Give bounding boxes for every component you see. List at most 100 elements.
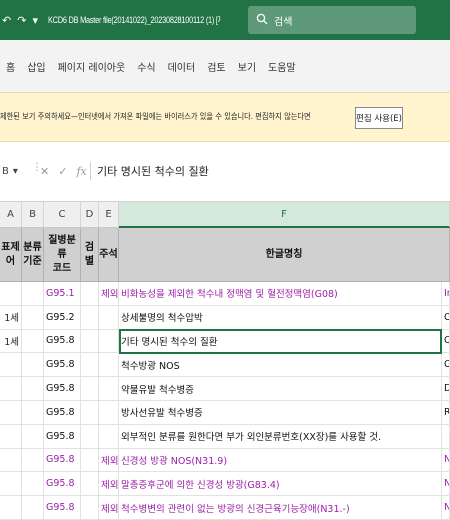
formula-input[interactable]: 기타 명시된 척수의 질환 xyxy=(90,162,440,180)
table-cell[interactable] xyxy=(0,377,22,401)
table-cell[interactable] xyxy=(99,377,119,401)
table-cell[interactable]: 제외 xyxy=(99,282,119,306)
name-box[interactable]: B ▾ xyxy=(0,160,28,182)
table-cell[interactable] xyxy=(22,329,44,354)
table-cell[interactable]: G95.8 xyxy=(44,401,81,425)
header-cell-e[interactable]: 주석 xyxy=(99,228,119,282)
column-header-e[interactable]: E xyxy=(99,202,119,228)
table-cell[interactable]: 1세 xyxy=(0,305,22,330)
redo-icon[interactable]: ↷ xyxy=(17,14,26,27)
table-cell[interactable] xyxy=(99,353,119,378)
table-cell[interactable]: Ne xyxy=(442,448,450,473)
table-cell[interactable]: 척수병변의 관련이 없는 방광의 신경근육기능장애(N31.-) xyxy=(119,496,442,520)
table-cell[interactable]: G95.8 xyxy=(44,448,81,473)
table-cell[interactable] xyxy=(22,424,44,449)
tab-home[interactable]: 홈 xyxy=(6,59,15,74)
table-cell[interactable]: 비화농성을 제외한 척수내 정맥염 및 혈전정맥염(G08) xyxy=(119,282,442,306)
table-cell[interactable] xyxy=(22,282,44,306)
tab-review[interactable]: 검토 xyxy=(207,59,225,74)
column-header-f[interactable]: F xyxy=(119,202,450,228)
table-cell[interactable]: 외부적인 분류를 원한다면 부가 외인분류번호(XX장)를 사용할 것. xyxy=(119,424,442,449)
table-cell[interactable] xyxy=(99,305,119,330)
table-cell[interactable]: G95.8 xyxy=(44,329,81,354)
header-cell-a[interactable]: 표제어 xyxy=(0,228,22,282)
table-cell[interactable] xyxy=(442,424,450,449)
table-cell[interactable]: Ra xyxy=(442,401,450,425)
table-cell[interactable]: G95.8 xyxy=(44,472,81,497)
table-cell[interactable] xyxy=(22,377,44,401)
table-cell[interactable] xyxy=(22,472,44,497)
chevron-down-icon[interactable]: ▾ xyxy=(13,166,18,177)
table-cell[interactable]: 척수방광 NOS xyxy=(119,353,442,378)
table-cell[interactable]: G95.8 xyxy=(44,496,81,520)
table-cell[interactable]: Ne xyxy=(442,496,450,520)
table-cell[interactable] xyxy=(81,353,99,378)
table-cell[interactable] xyxy=(99,401,119,425)
table-cell[interactable]: G95.2 xyxy=(44,305,81,330)
header-cell-b[interactable]: 분류 기준 xyxy=(22,228,44,282)
table-cell[interactable] xyxy=(99,424,119,449)
table-cell[interactable] xyxy=(81,329,99,354)
table-cell[interactable]: Inf xyxy=(442,282,450,306)
table-cell[interactable] xyxy=(0,496,22,520)
column-header-d[interactable]: D xyxy=(81,202,99,228)
tab-insert[interactable]: 삽입 xyxy=(27,59,45,74)
cancel-icon[interactable]: ✕ xyxy=(40,165,49,178)
table-cell[interactable] xyxy=(0,282,22,306)
header-cell-c[interactable]: 질병분류 코드 xyxy=(44,228,81,282)
table-cell[interactable] xyxy=(81,401,99,425)
table-cell[interactable] xyxy=(22,448,44,473)
table-cell[interactable]: Co xyxy=(442,305,450,330)
enter-icon[interactable]: ✓ xyxy=(58,165,67,178)
table-cell[interactable] xyxy=(81,496,99,520)
column-header-a[interactable]: A xyxy=(0,202,22,228)
header-cell-d[interactable]: 검별 xyxy=(81,228,99,282)
table-cell[interactable] xyxy=(0,424,22,449)
table-cell[interactable]: Co xyxy=(442,353,450,378)
table-cell[interactable]: 방사선유발 척수병증 xyxy=(119,401,442,425)
table-cell[interactable]: Ne xyxy=(442,472,450,497)
table-cell[interactable]: Dr xyxy=(442,377,450,401)
tab-help[interactable]: 도움말 xyxy=(268,59,296,74)
table-cell[interactable]: 기타 명시된 척수의 질환 xyxy=(119,329,442,354)
table-cell[interactable] xyxy=(0,401,22,425)
table-cell[interactable] xyxy=(0,353,22,378)
table-cell[interactable]: 제외 xyxy=(99,472,119,497)
tab-view[interactable]: 보기 xyxy=(238,59,256,74)
table-cell[interactable] xyxy=(22,353,44,378)
tab-page-layout[interactable]: 페이지 레이아웃 xyxy=(58,59,126,74)
table-cell[interactable] xyxy=(81,377,99,401)
table-cell[interactable]: 제외 xyxy=(99,496,119,520)
table-cell[interactable] xyxy=(81,448,99,473)
table-cell[interactable]: 상세불명의 척수압박 xyxy=(119,305,442,330)
undo-icon[interactable]: ↶ xyxy=(2,14,11,27)
enable-editing-button[interactable]: 편집 사용(E) xyxy=(355,107,403,129)
table-cell[interactable] xyxy=(22,305,44,330)
table-cell[interactable] xyxy=(22,496,44,520)
tab-data[interactable]: 데이터 xyxy=(168,59,196,74)
table-cell[interactable]: 제외 xyxy=(99,448,119,473)
search-box[interactable]: 검색 xyxy=(248,6,416,34)
table-cell[interactable]: G95.8 xyxy=(44,424,81,449)
table-cell[interactable]: 신경성 방광 NOS(N31.9) xyxy=(119,448,442,473)
customize-dropdown-icon[interactable]: ▾ xyxy=(32,14,38,27)
table-cell[interactable]: 말총증후군에 의한 신경성 방광(G83.4) xyxy=(119,472,442,497)
insert-function-icon[interactable]: fx xyxy=(76,165,86,178)
table-cell[interactable] xyxy=(99,329,119,354)
header-cell-f[interactable]: 한글명칭 xyxy=(119,228,450,282)
table-cell[interactable]: G95.8 xyxy=(44,377,81,401)
table-cell[interactable] xyxy=(81,305,99,330)
column-header-b[interactable]: B xyxy=(22,202,44,228)
table-cell[interactable]: 1세 xyxy=(0,329,22,354)
table-cell[interactable] xyxy=(22,401,44,425)
tab-formulas[interactable]: 수식 xyxy=(137,59,155,74)
table-cell[interactable] xyxy=(0,448,22,473)
table-cell[interactable] xyxy=(0,472,22,497)
table-cell[interactable] xyxy=(81,424,99,449)
table-cell[interactable]: G95.1 xyxy=(44,282,81,306)
table-cell[interactable] xyxy=(81,282,99,306)
table-cell[interactable]: 약물유발 척수병증 xyxy=(119,377,442,401)
table-cell[interactable]: G95.8 xyxy=(44,353,81,378)
column-header-c[interactable]: C xyxy=(44,202,81,228)
table-cell[interactable]: Ot xyxy=(442,329,450,354)
